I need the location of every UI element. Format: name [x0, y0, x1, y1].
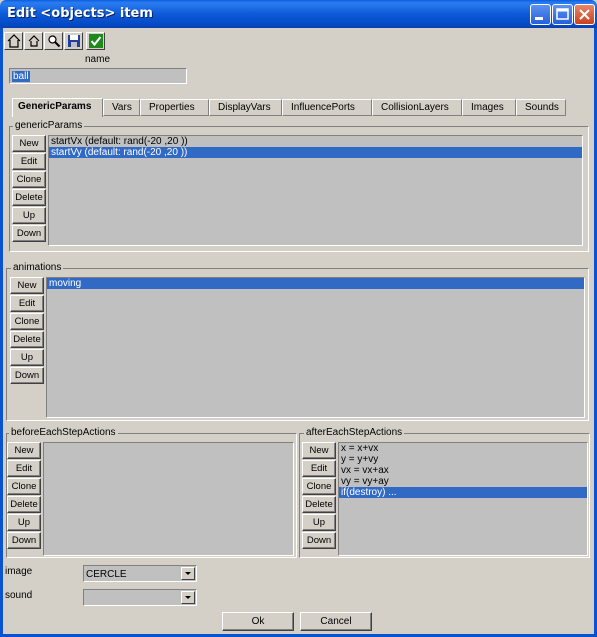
- apply-button[interactable]: [86, 32, 105, 50]
- list-item[interactable]: startVx (default: rand(-20 ,20 )): [49, 136, 582, 147]
- tab-displayvars[interactable]: DisplayVars: [209, 99, 282, 116]
- tab-genericparams[interactable]: GenericParams: [12, 98, 103, 117]
- animations-new-button[interactable]: New: [10, 277, 44, 294]
- genericparams-clone-button[interactable]: Clone: [12, 171, 46, 188]
- animations-edit-button[interactable]: Edit: [10, 295, 44, 312]
- animations-title: animations: [11, 262, 64, 273]
- chevron-down-icon: [185, 596, 191, 599]
- animations-delete-button[interactable]: Delete: [10, 331, 44, 348]
- before-edit-button[interactable]: Edit: [7, 460, 41, 477]
- aftereachstepactions-list[interactable]: x = x+vx y = y+vy vx = vx+ax vy = vy+ay …: [338, 442, 588, 556]
- before-new-button[interactable]: New: [7, 442, 41, 459]
- parent-button[interactable]: [24, 32, 43, 50]
- after-up-button[interactable]: Up: [302, 514, 336, 531]
- tab-properties[interactable]: Properties: [140, 99, 209, 116]
- minimize-icon: [535, 17, 543, 20]
- maximize-button[interactable]: [552, 4, 573, 25]
- image-select[interactable]: CERCLE: [83, 565, 197, 582]
- name-field[interactable]: ball: [9, 68, 187, 84]
- home-button[interactable]: [4, 32, 23, 50]
- list-item[interactable]: x = x+vx: [339, 443, 587, 454]
- after-clone-button[interactable]: Clone: [302, 478, 336, 495]
- genericparams-title: genericParams: [13, 120, 85, 131]
- chevron-down-icon: [185, 572, 191, 575]
- list-item[interactable]: if(destroy) ...: [339, 487, 587, 498]
- tab-sounds[interactable]: Sounds: [516, 99, 566, 116]
- genericparams-up-button[interactable]: Up: [12, 207, 46, 224]
- after-new-button[interactable]: New: [302, 442, 336, 459]
- maximize-icon: [556, 8, 569, 20]
- ok-button[interactable]: Ok: [222, 612, 294, 631]
- aftereachstepactions-title: afterEachStepActions: [304, 427, 405, 438]
- check-icon: [89, 34, 103, 48]
- list-item[interactable]: moving: [47, 278, 584, 289]
- before-delete-button[interactable]: Delete: [7, 496, 41, 513]
- name-value: ball: [12, 71, 30, 82]
- save-button[interactable]: [64, 32, 83, 50]
- window-title: Edit <objects> item: [7, 6, 153, 21]
- tab-images[interactable]: Images: [462, 99, 516, 116]
- title-bar[interactable]: Edit <objects> item: [0, 0, 597, 28]
- image-value: CERCLE: [86, 569, 127, 580]
- after-delete-button[interactable]: Delete: [302, 496, 336, 513]
- close-icon: [579, 9, 590, 20]
- close-button[interactable]: [574, 4, 595, 25]
- search-icon: [48, 35, 61, 48]
- beforeeachstepactions-title: beforeEachStepActions: [9, 427, 118, 438]
- list-item[interactable]: y = y+vy: [339, 454, 587, 465]
- genericparams-new-button[interactable]: New: [12, 135, 46, 152]
- list-item[interactable]: vy = vy+ay: [339, 476, 587, 487]
- before-up-button[interactable]: Up: [7, 514, 41, 531]
- tab-influenceports[interactable]: InfluencePorts: [282, 99, 372, 116]
- genericparams-down-button[interactable]: Down: [12, 225, 46, 242]
- animations-list[interactable]: moving: [46, 277, 585, 418]
- list-item[interactable]: vx = vx+ax: [339, 465, 587, 476]
- sound-dropdown-button[interactable]: [181, 591, 195, 604]
- image-label: image: [5, 566, 33, 577]
- search-button[interactable]: [44, 32, 63, 50]
- beforeeachstepactions-list[interactable]: [43, 442, 294, 556]
- home-icon: [7, 34, 21, 48]
- before-down-button[interactable]: Down: [7, 532, 41, 549]
- animations-down-button[interactable]: Down: [10, 367, 44, 384]
- genericparams-list[interactable]: startVx (default: rand(-20 ,20 )) startV…: [48, 135, 583, 246]
- animations-clone-button[interactable]: Clone: [10, 313, 44, 330]
- list-item[interactable]: startVy (default: rand(-20 ,20 )): [49, 147, 582, 158]
- genericparams-delete-button[interactable]: Delete: [12, 189, 46, 206]
- image-dropdown-button[interactable]: [181, 567, 195, 580]
- sound-select[interactable]: [83, 589, 197, 606]
- sound-label: sound: [5, 590, 33, 601]
- tab-collisionlayers[interactable]: CollisionLayers: [372, 99, 462, 116]
- save-icon: [68, 35, 80, 47]
- minimize-button[interactable]: [530, 4, 551, 25]
- cancel-button[interactable]: Cancel: [300, 612, 372, 631]
- animations-up-button[interactable]: Up: [10, 349, 44, 366]
- before-clone-button[interactable]: Clone: [7, 478, 41, 495]
- after-down-button[interactable]: Down: [302, 532, 336, 549]
- genericparams-edit-button[interactable]: Edit: [12, 153, 46, 170]
- after-edit-button[interactable]: Edit: [302, 460, 336, 477]
- name-label: name: [85, 54, 111, 65]
- tab-vars[interactable]: Vars: [103, 99, 140, 116]
- up-icon: [28, 35, 40, 47]
